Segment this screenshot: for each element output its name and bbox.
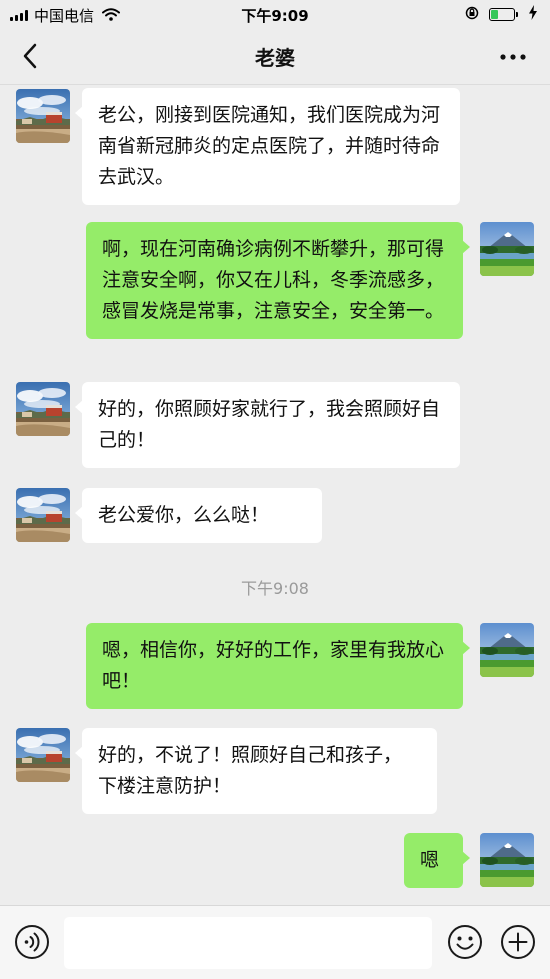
message-bubble-outgoing[interactable]: 啊，现在河南确诊病例不断攀升，那可得注意安全啊，你又在儿科，冬季流感多，感冒发烧…: [86, 222, 470, 339]
my-avatar[interactable]: [480, 833, 534, 887]
orientation-lock-icon: [465, 6, 479, 24]
more-icon: [500, 54, 526, 60]
message-bubble-incoming[interactable]: 好的，你照顾好家就行了，我会照顾好自己的！: [75, 382, 460, 468]
emoji-button[interactable]: [447, 924, 483, 960]
message-bubble-incoming[interactable]: 老公爱你，么么哒！: [75, 488, 322, 543]
message-bubble-incoming[interactable]: 老公，刚接到医院通知，我们医院成为河南省新冠肺炎的定点医院了，并随时待命去武汉。: [75, 88, 460, 205]
message-text: 好的，不说了！照顾好自己和孩子，下楼注意防护！: [98, 744, 403, 797]
status-right: [465, 5, 538, 24]
timestamp-separator: 下午9:08: [241, 579, 309, 598]
more-functions-button[interactable]: [500, 924, 536, 960]
message-text: 嗯: [420, 849, 440, 871]
contact-avatar[interactable]: [16, 488, 70, 542]
my-avatar[interactable]: [480, 623, 534, 677]
nav-bar: 老婆: [0, 28, 550, 85]
message-text: 啊，现在河南确诊病例不断攀升，那可得注意安全啊，你又在儿科，冬季流感多，感冒发烧…: [102, 238, 445, 322]
voice-input-button[interactable]: [14, 924, 50, 960]
voice-icon: [15, 925, 49, 959]
input-bar: [0, 905, 550, 979]
battery-icon: [489, 8, 518, 21]
message-bubble-outgoing[interactable]: 嗯，相信你，好好的工作，家里有我放心吧！: [86, 623, 470, 709]
plus-icon: [501, 925, 535, 959]
message-input[interactable]: [64, 917, 432, 969]
my-avatar[interactable]: [480, 222, 534, 276]
message-text: 好的，你照顾好家就行了，我会照顾好自己的！: [98, 398, 441, 451]
message-text: 老公爱你，么么哒！: [98, 504, 270, 526]
chat-title: 老婆: [255, 46, 295, 70]
contact-avatar[interactable]: [16, 728, 70, 782]
contact-avatar[interactable]: [16, 382, 70, 436]
emoji-icon: [448, 925, 482, 959]
more-button[interactable]: [496, 42, 530, 72]
charging-icon: [528, 5, 538, 24]
chat-area[interactable]: 老公，刚接到医院通知，我们医院成为河南省新冠肺炎的定点医院了，并随时待命去武汉。…: [0, 85, 550, 905]
status-bar: 中国电信 下午9:09: [0, 0, 550, 28]
message-bubble-outgoing[interactable]: 嗯: [404, 833, 470, 888]
contact-avatar[interactable]: [16, 89, 70, 143]
message-text: 老公，刚接到医院通知，我们医院成为河南省新冠肺炎的定点医院了，并随时待命去武汉。: [98, 104, 441, 188]
message-bubble-incoming[interactable]: 好的，不说了！照顾好自己和孩子，下楼注意防护！: [75, 728, 437, 814]
message-text: 嗯，相信你，好好的工作，家里有我放心吧！: [102, 639, 445, 692]
